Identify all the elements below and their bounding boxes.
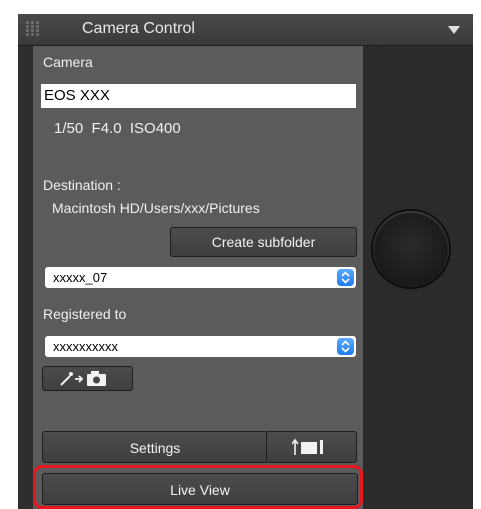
window-title: Camera Control bbox=[82, 20, 195, 37]
select-stepper-icon[interactable] bbox=[337, 269, 354, 286]
menu-triangle-icon[interactable] bbox=[448, 26, 460, 34]
registered-to-select[interactable]: xxxxxxxxxx bbox=[45, 336, 356, 357]
panel-collapse-icon bbox=[292, 438, 323, 455]
registered-to-label: Registered to bbox=[43, 306, 127, 322]
wand-arrow-camera-icon bbox=[60, 371, 106, 386]
select-stepper-icon[interactable] bbox=[337, 338, 354, 355]
subfolder-select-value: xxxxx_07 bbox=[53, 270, 108, 285]
settings-button[interactable]: Settings bbox=[42, 431, 268, 463]
subfolder-select[interactable]: xxxxx_07 bbox=[45, 267, 356, 288]
camera-settings-readout: 1/50 F4.0 ISO400 bbox=[54, 120, 181, 137]
camera-section-label: Camera bbox=[43, 54, 93, 70]
title-bar[interactable]: Camera Control bbox=[18, 14, 473, 46]
register-camera-button[interactable] bbox=[42, 366, 133, 391]
grip-icon[interactable] bbox=[26, 21, 40, 37]
panel-toggle-button[interactable] bbox=[266, 431, 357, 463]
registered-to-select-value: xxxxxxxxxx bbox=[53, 339, 118, 354]
create-subfolder-button[interactable]: Create subfolder bbox=[170, 227, 357, 257]
destination-label: Destination : bbox=[43, 177, 121, 193]
camera-control-window: Camera Control Camera EOS XXX 1/50 F4.0 … bbox=[18, 14, 473, 509]
camera-model-field[interactable]: EOS XXX bbox=[41, 84, 356, 108]
live-view-highlight bbox=[33, 465, 363, 509]
control-dial[interactable] bbox=[373, 211, 449, 287]
destination-path: Macintosh HD/Users/xxx/Pictures bbox=[52, 200, 260, 216]
